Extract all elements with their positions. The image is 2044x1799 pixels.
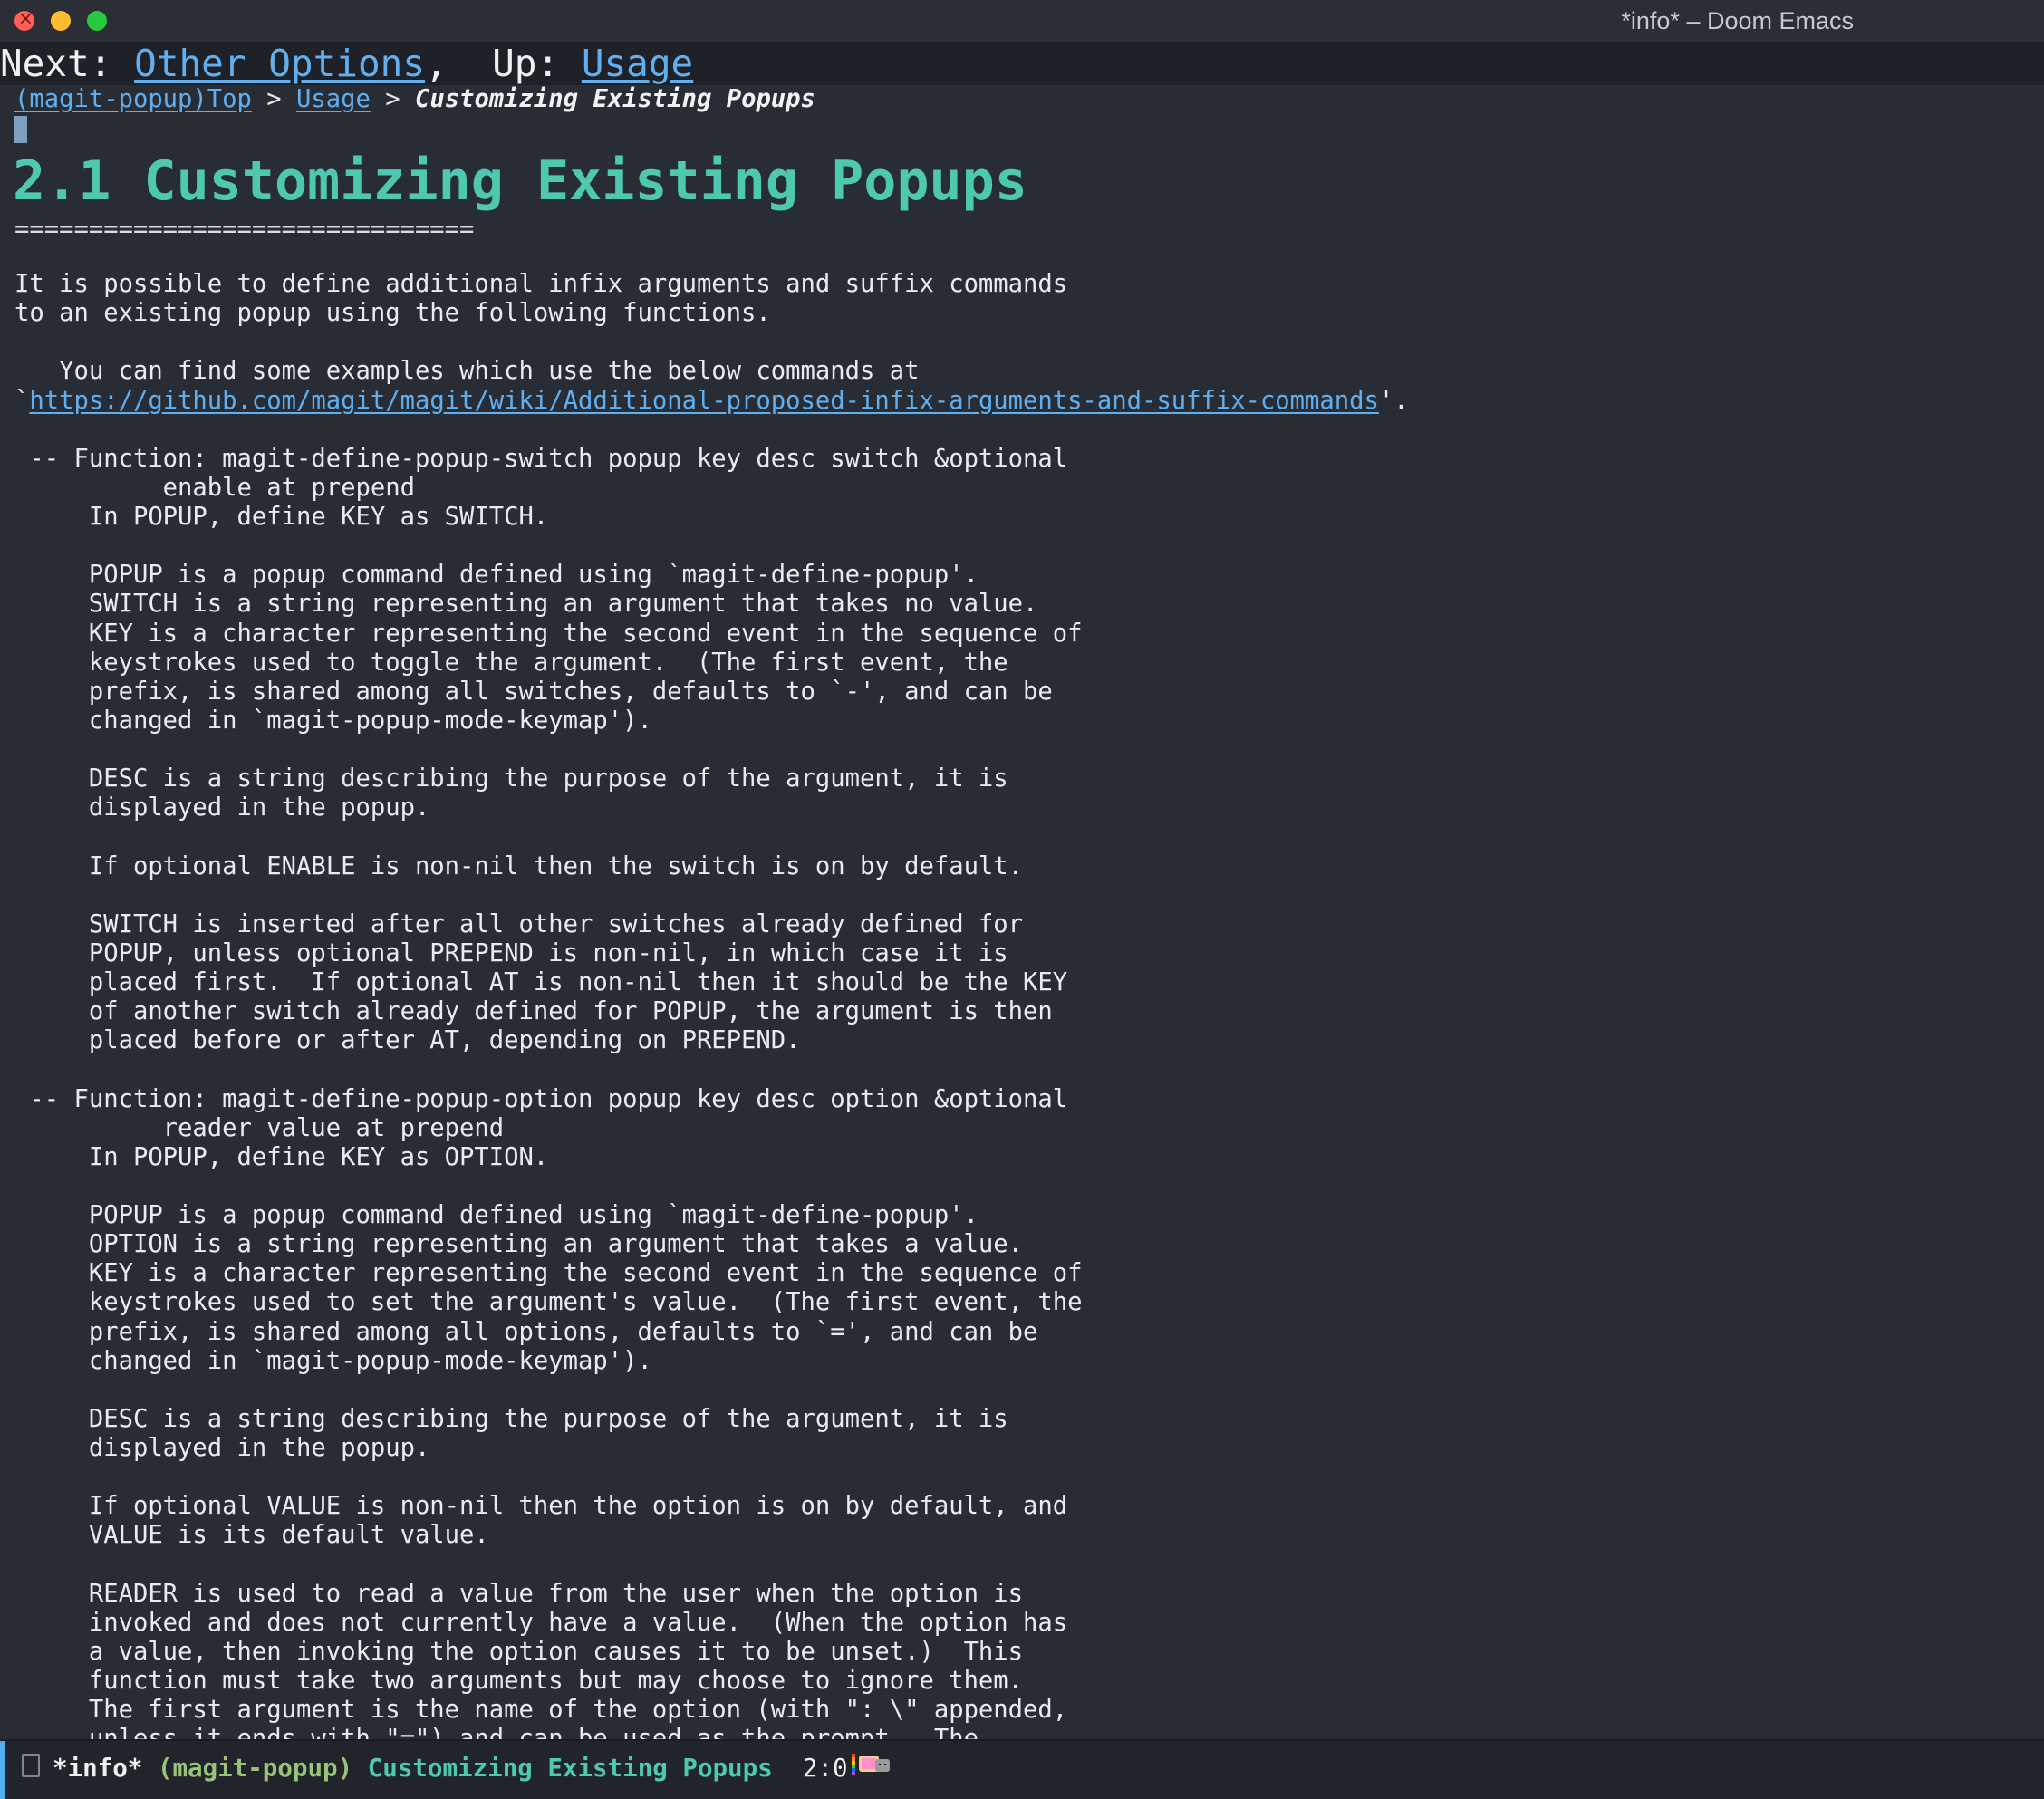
breadcrumb-current: Customizing Existing Popups	[414, 85, 815, 113]
info-body-text[interactable]: It is possible to define additional infi…	[14, 270, 1409, 1754]
window-titlebar: *info* – Doom Emacs	[0, 0, 2044, 42]
breadcrumb-separator: >	[251, 85, 297, 113]
mode-line: *info* (magit-popup) Customizing Existin…	[0, 1739, 2044, 1799]
body-text-functions: '. -- Function: magit-define-popup-switc…	[29, 386, 1409, 1754]
minimize-window-button[interactable]	[51, 11, 71, 31]
page-title: 2.1 Customizing Existing Popups	[13, 149, 1027, 213]
window-title: *info* – Doom Emacs	[1621, 7, 1854, 34]
wiki-url-link[interactable]: https://github.com/magit/magit/wiki/Addi…	[29, 387, 1379, 415]
file-icon	[22, 1754, 40, 1777]
close-window-button[interactable]	[14, 7, 34, 31]
next-node-link[interactable]: Other Options	[134, 42, 425, 85]
zoom-window-button[interactable]	[87, 11, 107, 31]
mode-line-accent-bar	[0, 1741, 5, 1799]
breadcrumb-separator: >	[370, 85, 415, 113]
mode-line-text: *info* (magit-popup) Customizing Existin…	[53, 1752, 848, 1785]
buffer-name[interactable]: *info*	[53, 1754, 142, 1783]
text-cursor	[14, 116, 27, 143]
info-header-line: Next: Other Options, Up: Usage	[0, 42, 2044, 85]
nyan-cat-icon	[852, 1754, 890, 1775]
breadcrumb-top-link[interactable]: (magit-popup)Top	[14, 85, 252, 113]
info-manual-name: (magit-popup)	[157, 1754, 353, 1783]
cursor-position: 2:0	[802, 1754, 848, 1783]
header-separator: , Up:	[425, 42, 582, 85]
breadcrumb: (magit-popup)Top > Usage > Customizing E…	[14, 85, 815, 114]
heading-underline: ===============================	[14, 216, 475, 244]
info-node-name: Customizing Existing Popups	[367, 1754, 773, 1783]
next-label: Next:	[0, 42, 135, 85]
breadcrumb-usage-link[interactable]: Usage	[296, 85, 371, 113]
up-node-link[interactable]: Usage	[582, 42, 693, 85]
